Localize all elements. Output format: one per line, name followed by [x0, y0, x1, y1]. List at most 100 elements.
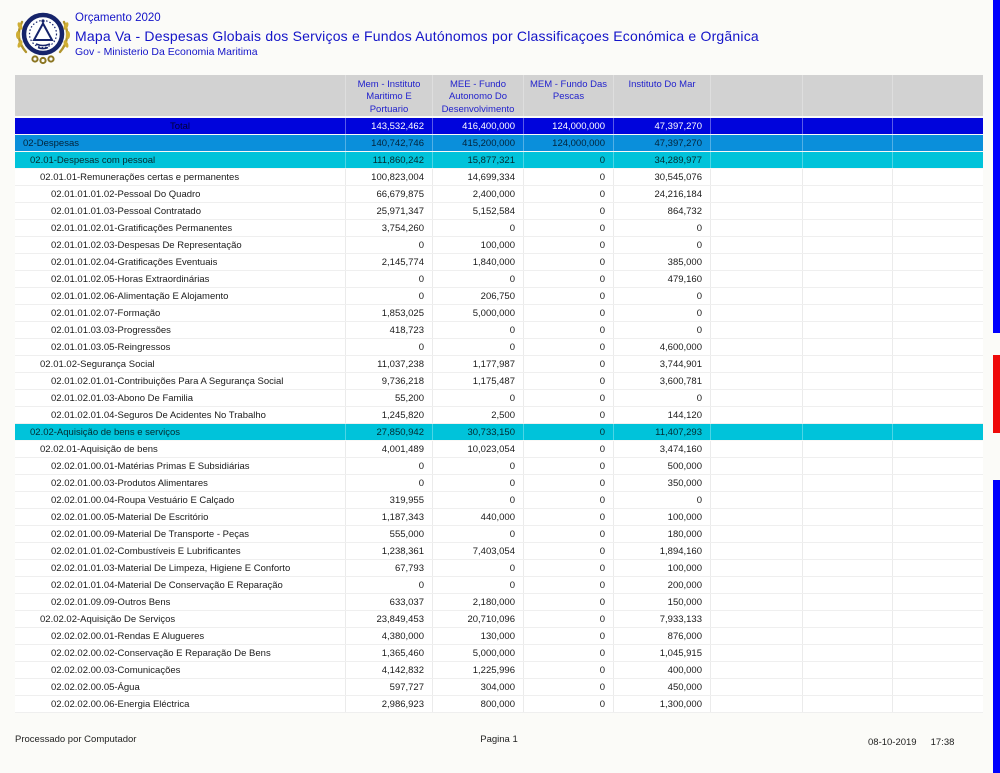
value-cell: 0 [523, 441, 613, 457]
value-cell: 0 [523, 152, 613, 168]
row-label: 02.01.01.03.03-Progressões [15, 322, 345, 338]
value-cell: 130,000 [432, 628, 523, 644]
value-cell-empty [710, 696, 802, 712]
value-cell-empty [710, 220, 802, 236]
value-cell: 2,986,923 [345, 696, 432, 712]
table-row: 02.02.02.00.02-Conservação E Reparação D… [15, 645, 983, 662]
value-cell: 11,407,293 [613, 424, 710, 440]
table-row: 02.01.01.03.03-Progressões418,723000 [15, 322, 983, 339]
footer-page-number: Pagina 1 [15, 734, 983, 745]
value-cell: 0 [432, 475, 523, 491]
value-cell: 0 [432, 577, 523, 593]
page-header: Orçamento 2020 Mapa Va - Despesas Globai… [75, 12, 759, 58]
value-cell-empty [802, 577, 892, 593]
value-cell-empty [892, 373, 983, 389]
row-label: 02.02.01.09.09-Outros Bens [15, 594, 345, 610]
ministry-subtitle: Gov - Ministerio Da Economia Maritima [75, 46, 759, 58]
value-cell: 3,600,781 [613, 373, 710, 389]
column-header-3: Instituto Do Mar [613, 75, 710, 116]
value-cell: 144,120 [613, 407, 710, 423]
edge-bar-blue-top[interactable] [993, 0, 1000, 333]
value-cell: 555,000 [345, 526, 432, 542]
value-cell-empty [710, 475, 802, 491]
value-cell-empty [802, 475, 892, 491]
value-cell: 0 [523, 424, 613, 440]
row-label: 02.01.01.02.03-Despesas De Representação [15, 237, 345, 253]
value-cell-empty [802, 492, 892, 508]
row-label: 02.02.01.00.01-Matérias Primas E Subsidi… [15, 458, 345, 474]
value-cell-empty [710, 305, 802, 321]
value-cell: 0 [432, 560, 523, 576]
value-cell-empty [892, 339, 983, 355]
table-row: 02.01.01.01.03-Pessoal Contratado25,971,… [15, 203, 983, 220]
row-label: 02.01.02-Segurança Social [15, 356, 345, 372]
value-cell-empty [710, 560, 802, 576]
value-cell-empty [710, 611, 802, 627]
row-label: 02.01.02.01.03-Abono De Familia [15, 390, 345, 406]
value-cell: 1,300,000 [613, 696, 710, 712]
table-row: 02.02-Aquisição de bens e serviços27,850… [15, 424, 983, 441]
table-row: 02.01.01.01.02-Pessoal Do Quadro66,679,8… [15, 186, 983, 203]
value-cell-empty [710, 543, 802, 559]
report-year-title: Orçamento 2020 [75, 12, 759, 24]
column-header-empty [710, 75, 802, 116]
row-label: 02.02.01.00.03-Produtos Alimentares [15, 475, 345, 491]
value-cell-empty [802, 305, 892, 321]
value-cell-empty [710, 441, 802, 457]
table-row: 02.01.01-Remunerações certas e permanent… [15, 169, 983, 186]
value-cell-empty [802, 594, 892, 610]
value-cell-empty [710, 169, 802, 185]
value-cell: 47,397,270 [613, 118, 710, 134]
value-cell-empty [892, 271, 983, 287]
table-row: 02.01.01.02.06-Alimentação E Alojamento0… [15, 288, 983, 305]
value-cell: 1,245,820 [345, 407, 432, 423]
value-cell-empty [892, 509, 983, 525]
value-cell: 633,037 [345, 594, 432, 610]
column-header-empty [802, 75, 892, 116]
value-cell: 1,175,487 [432, 373, 523, 389]
row-label: 02.02.01.01.03-Material De Limpeza, Higi… [15, 560, 345, 576]
value-cell: 1,853,025 [345, 305, 432, 321]
table-row: 02.02.01.01.04-Material De Conservação E… [15, 577, 983, 594]
value-cell: 2,500 [432, 407, 523, 423]
value-cell-empty [710, 662, 802, 678]
edge-bar-blue-bottom[interactable] [993, 480, 1000, 773]
table-row: 02.01.02-Segurança Social11,037,2381,177… [15, 356, 983, 373]
value-cell-empty [892, 679, 983, 695]
row-label: 02.01.01.02.05-Horas Extraordinárias [15, 271, 345, 287]
value-cell: 10,023,054 [432, 441, 523, 457]
value-cell: 0 [523, 696, 613, 712]
value-cell: 0 [523, 458, 613, 474]
value-cell: 0 [613, 390, 710, 406]
value-cell-empty [892, 560, 983, 576]
value-cell-empty [892, 237, 983, 253]
edge-bar-red-marker [993, 355, 1000, 433]
value-cell: 1,187,343 [345, 509, 432, 525]
value-cell: 0 [345, 271, 432, 287]
row-label: 02.01.01.03.05-Reingressos [15, 339, 345, 355]
value-cell-empty [710, 237, 802, 253]
value-cell-empty [710, 356, 802, 372]
value-cell: 0 [345, 458, 432, 474]
value-cell: 24,216,184 [613, 186, 710, 202]
value-cell: 4,600,000 [613, 339, 710, 355]
value-cell: 440,000 [432, 509, 523, 525]
value-cell-empty [892, 305, 983, 321]
value-cell: 0 [523, 594, 613, 610]
row-label: 02.01.01.01.03-Pessoal Contratado [15, 203, 345, 219]
row-label: 02.02.02.00.01-Rendas E Alugueres [15, 628, 345, 644]
value-cell-empty [710, 526, 802, 542]
value-cell: 0 [523, 492, 613, 508]
value-cell: 0 [613, 492, 710, 508]
column-header-empty [892, 75, 983, 116]
value-cell: 418,723 [345, 322, 432, 338]
value-cell: 27,850,942 [345, 424, 432, 440]
budget-table: Mem - Instituto Maritimo E PortuarioMEE … [15, 75, 983, 713]
row-label: 02.01.02.01.01-Contribuições Para A Segu… [15, 373, 345, 389]
value-cell: 0 [613, 322, 710, 338]
value-cell: 864,732 [613, 203, 710, 219]
table-row: 02.02.01-Aquisição de bens4,001,48910,02… [15, 441, 983, 458]
value-cell: 0 [523, 628, 613, 644]
value-cell: 0 [432, 458, 523, 474]
value-cell: 1,045,915 [613, 645, 710, 661]
